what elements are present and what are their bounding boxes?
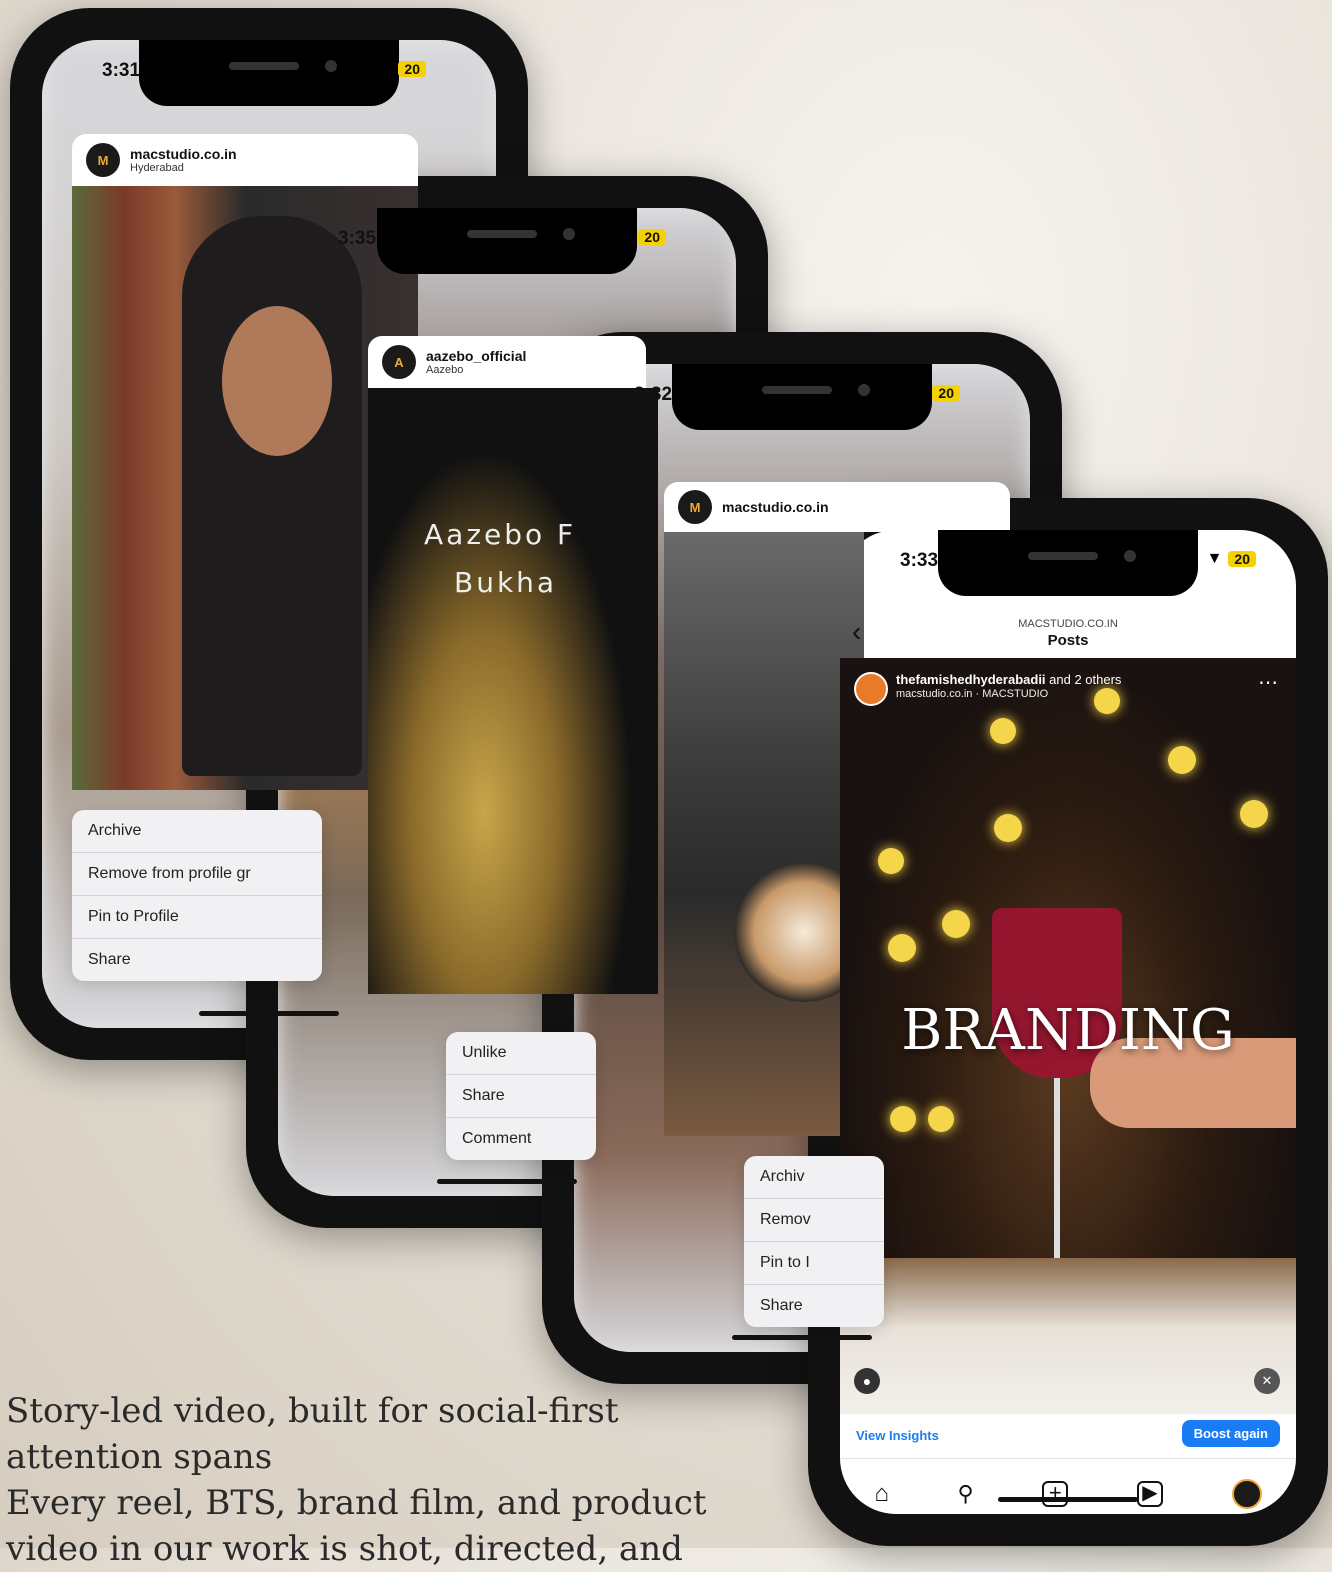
status-time: 3:32 xyxy=(634,384,673,405)
post-media[interactable] xyxy=(72,186,418,790)
location: Hyderabad xyxy=(130,162,184,174)
post-header: M macstudio.co.in Hyderabad xyxy=(72,134,418,186)
post-media[interactable]: BRANDING thefamishedhyderabadii and 2 ot… xyxy=(840,658,1296,1414)
notch xyxy=(377,208,637,274)
status-bar: ▼ 20 xyxy=(377,60,426,78)
post-media[interactable]: Aazebo F Bukha xyxy=(368,388,658,994)
back-button[interactable]: ‹ xyxy=(852,616,861,648)
bokeh-light xyxy=(994,814,1022,842)
overlay-text-2: Bukha xyxy=(454,566,558,599)
notch xyxy=(938,530,1198,596)
bokeh-light xyxy=(942,910,970,938)
menu-unlike[interactable]: Unlike xyxy=(446,1032,596,1075)
menu-remove[interactable]: Remove from profile gr xyxy=(72,853,322,896)
profile-icon[interactable] xyxy=(1231,1479,1262,1509)
caption-line-2: attention spans xyxy=(6,1437,273,1477)
reels-icon[interactable]: ▶ xyxy=(1136,1481,1163,1507)
account-name[interactable]: macstudio.co.in xyxy=(722,499,829,515)
status-time: 3:35 xyxy=(338,228,377,249)
menu-share[interactable]: Share xyxy=(744,1285,884,1327)
menu-comment[interactable]: Comment xyxy=(446,1118,596,1160)
overlay-branding: BRANDING xyxy=(901,998,1235,1063)
view-insights-link[interactable]: View Insights xyxy=(856,1428,939,1443)
notch xyxy=(672,364,932,430)
post-media[interactable] xyxy=(664,532,864,1136)
caption-line-4: video in our work is shot, directed, and xyxy=(6,1529,683,1569)
battery-indicator: 20 xyxy=(932,385,960,401)
location: Aazebo xyxy=(426,364,464,376)
status-bar: ▼ 20 xyxy=(1207,550,1256,568)
context-menu: Archiv Remov Pin to I Share xyxy=(744,1156,884,1327)
person-figure xyxy=(182,216,362,776)
phone-mockup-4: 3:33 ▼ 20 ‹ MACSTUDIO.CO.IN Posts BRANDIN… xyxy=(808,498,1328,1546)
mute-icon[interactable]: ✕ xyxy=(1254,1368,1280,1394)
search-icon[interactable]: ⚲ xyxy=(958,1481,974,1507)
menu-pin[interactable]: Pin to I xyxy=(744,1242,884,1285)
home-icon[interactable]: ⌂ xyxy=(874,1480,889,1508)
table-plates xyxy=(840,1258,1296,1414)
more-options-icon[interactable]: ⋯ xyxy=(1258,670,1278,695)
bokeh-light xyxy=(990,718,1016,744)
post-avatar[interactable] xyxy=(854,672,888,706)
bokeh-light xyxy=(1094,688,1120,714)
post-user[interactable]: thefamishedhyderabadii and 2 others xyxy=(896,672,1121,687)
bokeh-light xyxy=(928,1106,954,1132)
status-time: 3:31 xyxy=(102,60,141,81)
avatar[interactable]: A xyxy=(382,345,416,379)
menu-archive[interactable]: Archive xyxy=(72,810,322,853)
battery-indicator: 20 xyxy=(398,61,426,77)
account-name[interactable]: macstudio.co.in xyxy=(130,146,237,162)
bokeh-light xyxy=(1168,746,1196,774)
caption-line-3: Every reel, BTS, brand film, and product xyxy=(6,1483,707,1523)
battery-indicator: 20 xyxy=(1228,551,1256,567)
avatar[interactable]: M xyxy=(678,490,712,524)
bokeh-light xyxy=(888,934,916,962)
boost-again-button[interactable]: Boost again xyxy=(1181,1420,1280,1447)
home-indicator xyxy=(437,1179,577,1184)
create-icon[interactable]: + xyxy=(1042,1481,1069,1507)
menu-share[interactable]: Share xyxy=(446,1075,596,1118)
home-indicator xyxy=(199,1011,339,1016)
header-account: MACSTUDIO.CO.IN xyxy=(1018,618,1118,630)
caption-line-1: Story-led video, built for social-first xyxy=(6,1391,619,1431)
status-time: 3:33 xyxy=(900,550,939,571)
post-header: A aazebo_official Aazebo xyxy=(368,336,646,388)
wifi-icon: ▼ xyxy=(376,60,393,77)
phone-4-screen: 3:33 ▼ 20 ‹ MACSTUDIO.CO.IN Posts BRANDIN… xyxy=(840,530,1296,1514)
status-bar: ▼ 20 xyxy=(911,384,960,402)
overlay-text-1: Aazebo F xyxy=(424,518,577,551)
post-sub: macstudio.co.in · MACSTUDIO xyxy=(896,688,1049,700)
status-bar: ▼ 20 xyxy=(617,228,666,246)
avatar[interactable]: M xyxy=(86,143,120,177)
face xyxy=(222,306,332,456)
menu-share[interactable]: Share xyxy=(72,939,322,981)
wifi-icon: ▼ xyxy=(1206,550,1223,567)
bokeh-light xyxy=(878,848,904,874)
battery-indicator: 20 xyxy=(638,229,666,245)
context-menu: Archive Remove from profile gr Pin to Pr… xyxy=(72,810,322,981)
bokeh-light xyxy=(890,1106,916,1132)
post-header: M macstudio.co.in xyxy=(664,482,1010,532)
bottom-nav: ⌂ ⚲ + ▶ xyxy=(840,1458,1296,1514)
account-name[interactable]: aazebo_official xyxy=(426,348,526,364)
menu-archive[interactable]: Archiv xyxy=(744,1156,884,1199)
page-title: Posts xyxy=(1047,632,1089,649)
caption-text: Story-led video, built for social-first … xyxy=(6,1388,766,1572)
wifi-icon: ▼ xyxy=(910,384,927,401)
home-indicator xyxy=(998,1497,1138,1502)
home-indicator xyxy=(732,1335,872,1340)
menu-remove[interactable]: Remov xyxy=(744,1199,884,1242)
menu-pin[interactable]: Pin to Profile xyxy=(72,896,322,939)
notch xyxy=(139,40,399,106)
wifi-icon: ▼ xyxy=(616,228,633,245)
bokeh-light xyxy=(1240,800,1268,828)
user-tag-icon[interactable]: ● xyxy=(854,1368,880,1394)
context-menu: Unlike Share Comment xyxy=(446,1032,596,1160)
